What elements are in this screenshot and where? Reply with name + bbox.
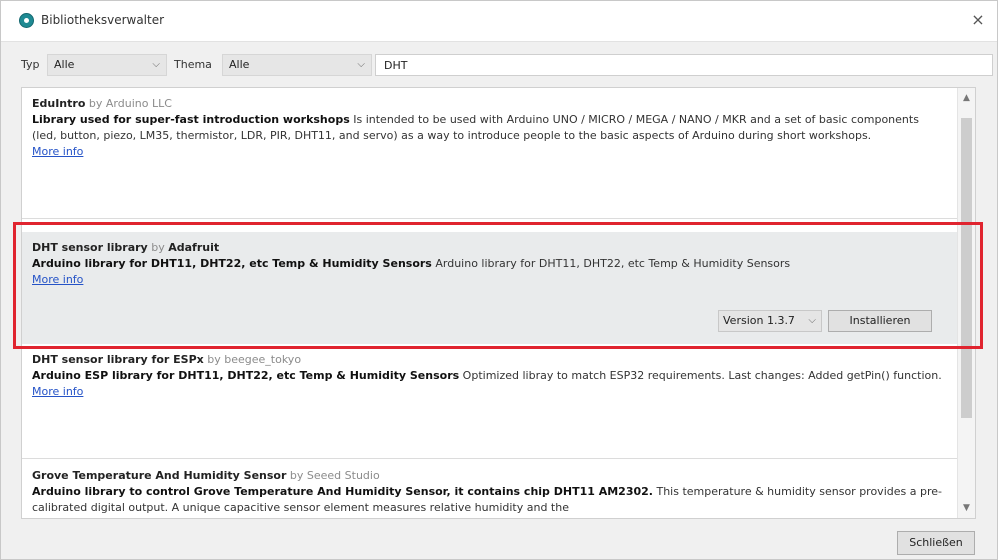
version-select[interactable]: Version 1.3.7 ⌵ <box>718 310 822 332</box>
type-filter-label: Typ <box>21 58 40 71</box>
chevron-down-icon: ⌵ <box>357 59 365 70</box>
chevron-down-icon: ⌵ <box>152 59 160 70</box>
title-bar: Bibliotheksverwalter × <box>1 1 997 42</box>
library-summary: Library used for super-fast introduction… <box>32 113 350 126</box>
library-header: DHT sensor library by Adafruit <box>32 240 947 256</box>
library-by: by <box>151 241 165 254</box>
filter-bar: Typ Alle ⌵ Thema Alle ⌵ <box>1 49 997 79</box>
more-info-link[interactable]: More info <box>32 144 83 160</box>
window-title: Bibliotheksverwalter <box>41 13 165 27</box>
library-summary: Arduino library to control Grove Tempera… <box>32 485 653 498</box>
library-description: Library used for super-fast introduction… <box>32 112 947 144</box>
version-value: Version 1.3.7 <box>723 314 795 327</box>
library-description-text: Optimized libray to match ESP32 requirem… <box>459 369 942 382</box>
type-filter-select[interactable]: Alle ⌵ <box>47 54 167 76</box>
topic-filter-label: Thema <box>174 58 212 71</box>
divider <box>22 218 957 219</box>
library-name: Grove Temperature And Humidity Sensor <box>32 469 287 482</box>
library-description-text: Arduino library for DHT11, DHT22, etc Te… <box>431 257 791 270</box>
library-summary: Arduino ESP library for DHT11, DHT22, et… <box>32 369 460 382</box>
library-header: EduIntro by Arduino LLC <box>32 96 947 112</box>
chevron-down-icon: ⌵ <box>808 315 816 326</box>
divider <box>22 458 957 459</box>
library-author: Adafruit <box>168 241 220 254</box>
topic-filter-value: Alle <box>229 58 250 71</box>
library-name: EduIntro <box>32 97 86 110</box>
topic-filter-select[interactable]: Alle ⌵ <box>222 54 372 76</box>
arduino-app-icon <box>19 13 34 28</box>
scroll-down-icon[interactable]: ▼ <box>958 500 975 516</box>
library-description: Arduino library for DHT11, DHT22, etc Te… <box>32 256 947 272</box>
type-filter-value: Alle <box>54 58 75 71</box>
close-button[interactable]: Schließen <box>897 531 975 555</box>
library-item-dht-sensor[interactable]: DHT sensor library by Adafruit Arduino l… <box>22 232 957 344</box>
library-author: Seeed Studio <box>306 469 380 482</box>
scrollbar-thumb[interactable] <box>961 118 972 418</box>
library-author: Arduino LLC <box>105 97 172 110</box>
library-header: Grove Temperature And Humidity Sensor by… <box>32 468 947 484</box>
library-manager-window: Bibliotheksverwalter × Typ Alle ⌵ Thema … <box>0 0 998 560</box>
vertical-scrollbar[interactable]: ▲ ▼ <box>957 88 975 518</box>
library-description: Arduino ESP library for DHT11, DHT22, et… <box>32 368 947 384</box>
install-button[interactable]: Installieren <box>828 310 932 332</box>
library-item-eduintro[interactable]: EduIntro by Arduino LLC Library used for… <box>22 88 957 218</box>
library-name: DHT sensor library for ESPx <box>32 353 204 366</box>
library-list[interactable]: EduIntro by Arduino LLC Library used for… <box>21 87 976 519</box>
library-description: Arduino library to control Grove Tempera… <box>32 484 947 516</box>
library-item-grove[interactable]: Grove Temperature And Humidity Sensor by… <box>22 460 957 518</box>
more-info-link[interactable]: More info <box>32 384 83 400</box>
library-by: by <box>207 353 221 366</box>
more-info-link[interactable]: More info <box>32 272 83 288</box>
library-search-input[interactable] <box>375 54 993 76</box>
library-by: by <box>88 97 103 110</box>
library-name: DHT sensor library <box>32 241 148 254</box>
library-author: beegee_tokyo <box>224 353 302 366</box>
library-item-dht-espx[interactable]: DHT sensor library for ESPx by beegee_to… <box>22 344 957 454</box>
scroll-up-icon[interactable]: ▲ <box>958 90 975 106</box>
window-close-icon[interactable]: × <box>967 9 989 31</box>
library-by: by <box>289 469 304 482</box>
library-summary: Arduino library for DHT11, DHT22, etc Te… <box>32 257 432 270</box>
library-header: DHT sensor library for ESPx by beegee_to… <box>32 352 947 368</box>
